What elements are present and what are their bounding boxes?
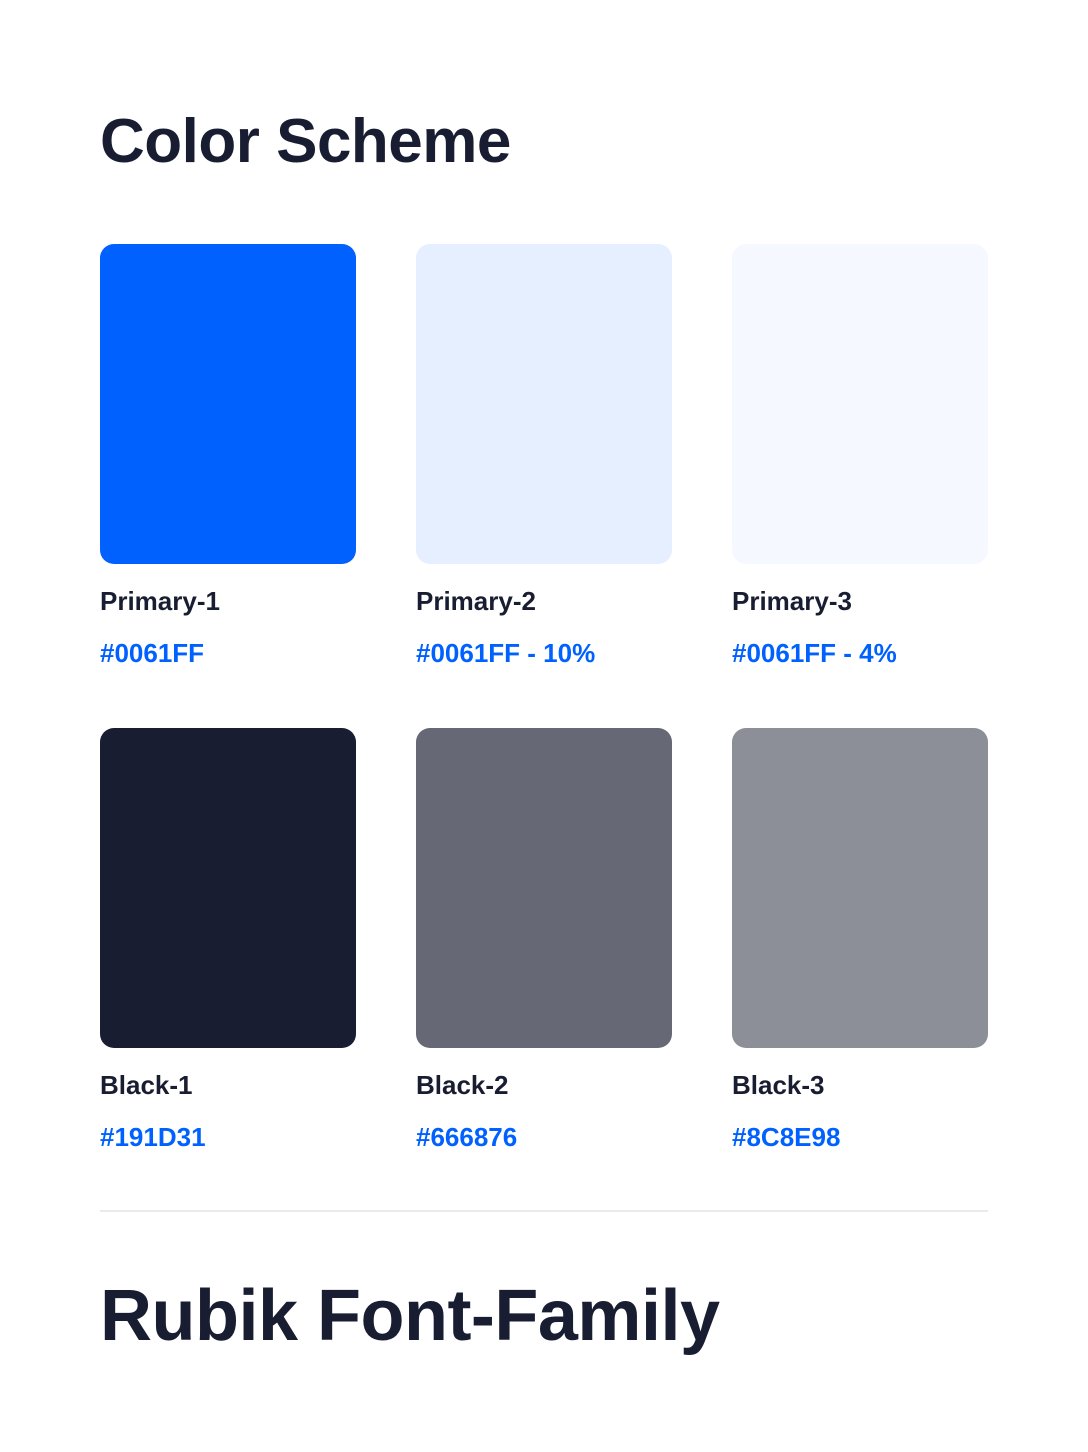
swatch-color-block [732, 728, 988, 1048]
page-title: Color Scheme [100, 107, 511, 176]
color-swatch-grid: Primary-1 #0061FF Primary-2 #0061FF - 10… [100, 244, 988, 1152]
swatch-name: Primary-3 [732, 586, 852, 616]
section-title: Rubik Font-Family [100, 1276, 720, 1356]
swatch-color-block [100, 244, 356, 564]
swatch-name: Primary-2 [416, 586, 536, 616]
swatch-name: Black-1 [100, 1070, 193, 1100]
swatch-hex-code: #0061FF - 10% [416, 638, 596, 668]
swatch-black-2: Black-2 #666876 [416, 728, 672, 1152]
swatch-color-block [732, 244, 988, 564]
swatch-hex-code: #0061FF [100, 638, 205, 668]
swatch-hex-code: #8C8E98 [732, 1122, 841, 1152]
swatch-black-3: Black-3 #8C8E98 [732, 728, 988, 1152]
swatch-hex-code: #0061FF - 4% [732, 638, 897, 668]
swatch-black-1: Black-1 #191D31 [100, 728, 356, 1152]
swatch-hex-code: #191D31 [100, 1122, 206, 1152]
swatch-color-block [416, 244, 672, 564]
swatch-color-block [100, 728, 356, 1048]
swatch-primary-1: Primary-1 #0061FF [100, 244, 356, 668]
swatch-color-block [416, 728, 672, 1048]
swatch-name: Primary-1 [100, 586, 220, 616]
swatch-name: Black-2 [416, 1070, 509, 1100]
swatch-hex-code: #666876 [416, 1122, 518, 1152]
section-divider [100, 1210, 988, 1212]
swatch-name: Black-3 [732, 1070, 825, 1100]
swatch-primary-3: Primary-3 #0061FF - 4% [732, 244, 988, 668]
swatch-primary-2: Primary-2 #0061FF - 10% [416, 244, 672, 668]
